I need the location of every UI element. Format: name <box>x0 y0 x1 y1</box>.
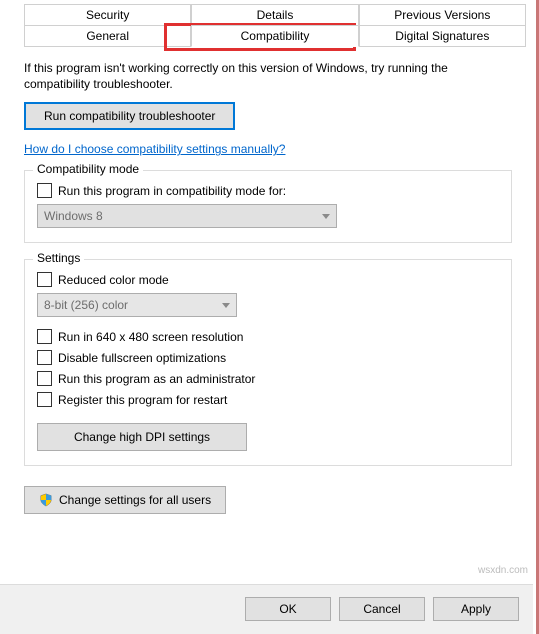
compat-mode-checkbox[interactable] <box>37 183 52 198</box>
dialog-footer: OK Cancel Apply <box>0 584 533 634</box>
color-mode-value: 8-bit (256) color <box>44 298 128 312</box>
run-640-label: Run in 640 x 480 screen resolution <box>58 330 243 344</box>
disable-fullscreen-checkbox[interactable] <box>37 350 52 365</box>
apply-button[interactable]: Apply <box>433 597 519 621</box>
cancel-button[interactable]: Cancel <box>339 597 425 621</box>
reduced-color-checkbox[interactable] <box>37 272 52 287</box>
tab-digital-signatures[interactable]: Digital Signatures <box>359 25 526 47</box>
compat-mode-check-label: Run this program in compatibility mode f… <box>58 184 286 198</box>
tab-details[interactable]: Details <box>191 4 358 26</box>
compat-mode-select[interactable]: Windows 8 <box>37 204 337 228</box>
reduced-color-label: Reduced color mode <box>58 273 169 287</box>
watermark-text: wsxdn.com <box>478 565 528 576</box>
chevron-down-icon <box>222 303 230 308</box>
compat-mode-group: Compatibility mode Run this program in c… <box>24 170 512 243</box>
run-admin-checkbox[interactable] <box>37 371 52 386</box>
register-restart-checkbox[interactable] <box>37 392 52 407</box>
settings-title: Settings <box>33 251 84 265</box>
run-troubleshooter-button[interactable]: Run compatibility troubleshooter <box>24 102 235 130</box>
change-all-users-button[interactable]: Change settings for all users <box>24 486 226 514</box>
tab-security[interactable]: Security <box>24 4 191 26</box>
ok-button[interactable]: OK <box>245 597 331 621</box>
compat-mode-title: Compatibility mode <box>33 162 143 176</box>
run-640-checkbox[interactable] <box>37 329 52 344</box>
change-all-users-label: Change settings for all users <box>59 493 211 507</box>
tab-content: If this program isn't working correctly … <box>0 46 536 524</box>
disable-fullscreen-label: Disable fullscreen optimizations <box>58 351 226 365</box>
change-dpi-button[interactable]: Change high DPI settings <box>37 423 247 451</box>
manual-settings-link[interactable]: How do I choose compatibility settings m… <box>24 142 285 156</box>
register-restart-label: Register this program for restart <box>58 393 227 407</box>
shield-icon <box>39 493 53 507</box>
tab-compatibility[interactable]: Compatibility <box>191 25 358 47</box>
tab-general[interactable]: General <box>24 25 191 47</box>
run-admin-label: Run this program as an administrator <box>58 372 255 386</box>
settings-group: Settings Reduced color mode 8-bit (256) … <box>24 259 512 466</box>
intro-text: If this program isn't working correctly … <box>24 60 512 92</box>
tab-previous-versions[interactable]: Previous Versions <box>359 4 526 26</box>
properties-dialog: Security Details Previous Versions Gener… <box>0 0 539 634</box>
color-mode-select[interactable]: 8-bit (256) color <box>37 293 237 317</box>
chevron-down-icon <box>322 214 330 219</box>
tab-strip: Security Details Previous Versions Gener… <box>0 0 536 46</box>
compat-mode-select-value: Windows 8 <box>44 209 103 223</box>
